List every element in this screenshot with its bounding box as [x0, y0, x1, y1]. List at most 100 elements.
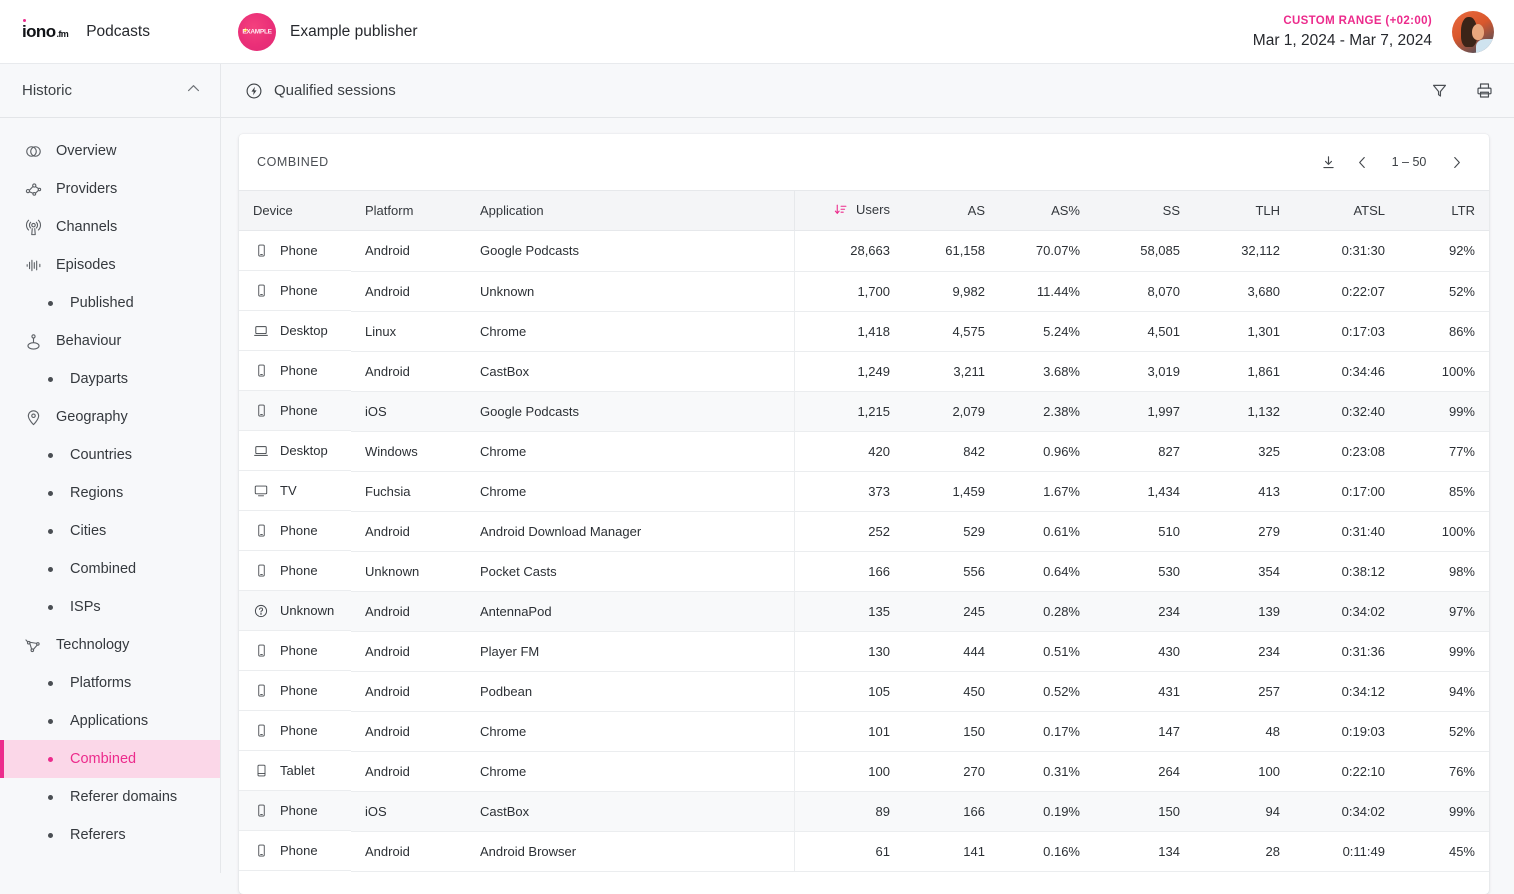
- column-header-ltr[interactable]: LTR: [1399, 190, 1489, 231]
- table-row[interactable]: Phone Android Android Download Manager 252 5…: [239, 511, 1489, 552]
- table-row[interactable]: TV Fuchsia Chrome 373 1,459 1.67% 1,434 413 0:17…: [239, 471, 1489, 512]
- cell-device-label: Tablet: [280, 763, 315, 778]
- sidebar-item-geography[interactable]: Geography: [0, 398, 220, 436]
- logo-dot-icon: [23, 18, 26, 22]
- cell-users: 373: [793, 471, 904, 512]
- column-header-ss[interactable]: SS: [1094, 190, 1194, 231]
- sidebar-item-label: Providers: [56, 181, 118, 197]
- prev-page-button[interactable]: [1345, 145, 1379, 179]
- publisher-selector[interactable]: ✦ EXAMPLE Example publisher: [238, 12, 418, 51]
- sidebar-item-published[interactable]: Published: [0, 284, 220, 322]
- cell-users: 252: [793, 511, 904, 552]
- next-page-button[interactable]: [1439, 145, 1473, 179]
- cell-ltr: 100%: [1399, 511, 1489, 552]
- cell-atsl: 0:22:10: [1294, 751, 1399, 792]
- sidebar-item-applications[interactable]: Applications: [0, 702, 220, 740]
- table-row[interactable]: Phone Android Chrome 101 150 0.17% 147 48 0:19:0…: [239, 711, 1489, 752]
- sidebar-item-channels[interactable]: Channels: [0, 208, 220, 246]
- cell-as: 529: [904, 511, 999, 552]
- cell-ss: 4,501: [1094, 311, 1194, 352]
- sidebar-item-cities[interactable]: Cities: [0, 512, 220, 550]
- cell-device: Phone: [239, 671, 351, 711]
- cell-tlh: 32,112: [1194, 230, 1294, 272]
- brand-area[interactable]: iono.fm Podcasts: [0, 18, 216, 42]
- table-row[interactable]: Phone Android Player FM 130 444 0.51% 430 234 0:…: [239, 631, 1489, 672]
- cell-as-pct: 0.19%: [999, 791, 1094, 832]
- table-row[interactable]: Phone Android Unknown 1,700 9,982 11.44% 8,070…: [239, 271, 1489, 312]
- sidebar-section-header[interactable]: Historic: [0, 64, 220, 118]
- cell-users: 166: [793, 551, 904, 592]
- cell-application: Chrome: [466, 711, 794, 752]
- combined-table: Device Platform Application Users AS AS%…: [239, 190, 1489, 872]
- main-content: Qualified sessions COMBINED 1 – 50 Devic…: [221, 64, 1514, 894]
- column-header-users[interactable]: Users: [793, 190, 904, 231]
- sidebar-item-dayparts[interactable]: Dayparts: [0, 360, 220, 398]
- sidebar-item-technology[interactable]: Technology: [0, 626, 220, 664]
- table-row[interactable]: Phone iOS Google Podcasts 1,215 2,079 2.38% 1,…: [239, 391, 1489, 432]
- column-header-as-pct[interactable]: AS%: [999, 190, 1094, 231]
- table-row[interactable]: Phone Android CastBox 1,249 3,211 3.68% 3,019 1…: [239, 351, 1489, 392]
- table-row[interactable]: Unknown Android AntennaPod 135 245 0.28% 234 13…: [239, 591, 1489, 632]
- sidebar-item-platforms[interactable]: Platforms: [0, 664, 220, 702]
- column-header-application[interactable]: Application: [466, 190, 794, 231]
- cell-platform: Windows: [351, 431, 466, 472]
- sidebar-item-countries[interactable]: Countries: [0, 436, 220, 474]
- column-header-users-label: Users: [856, 202, 890, 217]
- cell-atsl: 0:17:03: [1294, 311, 1399, 352]
- sidebar-item-providers[interactable]: Providers: [0, 170, 220, 208]
- cell-device-label: Phone: [280, 563, 318, 578]
- sidebar-item-referer-domains[interactable]: Referer domains: [0, 778, 220, 816]
- table-row[interactable]: Phone iOS CastBox 89 166 0.19% 150 94 0:34:02 99%: [239, 791, 1489, 832]
- cell-ss: 3,019: [1094, 351, 1194, 392]
- column-header-device[interactable]: Device: [239, 190, 351, 231]
- sidebar-item-label: Countries: [70, 447, 133, 463]
- cell-as-pct: 0.51%: [999, 631, 1094, 672]
- table-row[interactable]: Phone Android Podbean 105 450 0.52% 431 257 0:34…: [239, 671, 1489, 712]
- avatar[interactable]: [1452, 10, 1494, 53]
- date-range-label: CUSTOM RANGE (+02:00): [1283, 14, 1432, 27]
- chevron-up-icon[interactable]: [185, 80, 202, 102]
- sidebar-item-referers[interactable]: Referers: [0, 816, 220, 854]
- cell-as: 450: [904, 671, 999, 712]
- sidebar-item-label: Regions: [70, 485, 124, 501]
- column-header-as[interactable]: AS: [904, 190, 999, 231]
- sidebar-item-isps[interactable]: ISPs: [0, 588, 220, 626]
- bullet-icon: [48, 300, 53, 306]
- cell-ltr: 52%: [1399, 271, 1489, 312]
- table-row[interactable]: Phone Unknown Pocket Casts 166 556 0.64% 530 35…: [239, 551, 1489, 592]
- cell-ltr: 98%: [1399, 551, 1489, 592]
- print-icon[interactable]: [1475, 81, 1494, 100]
- cell-as-pct: 11.44%: [999, 271, 1094, 312]
- column-header-atsl[interactable]: ATSL: [1294, 190, 1399, 231]
- column-header-platform[interactable]: Platform: [351, 190, 466, 231]
- cell-device: TV: [239, 471, 351, 511]
- sidebar-item-combined[interactable]: Combined: [0, 550, 220, 588]
- cell-platform: Android: [351, 271, 466, 312]
- table-row[interactable]: Phone Android Android Browser 61 141 0.16% 134…: [239, 831, 1489, 872]
- cell-platform: Android: [351, 751, 466, 792]
- column-header-tlh[interactable]: TLH: [1194, 190, 1294, 231]
- sidebar-item-combined[interactable]: Combined: [0, 740, 220, 778]
- table-row[interactable]: Phone Android Google Podcasts 28,663 61,158 7…: [239, 230, 1489, 272]
- download-icon[interactable]: [1311, 145, 1345, 179]
- table-row[interactable]: Desktop Windows Chrome 420 842 0.96% 827 325 0:2…: [239, 431, 1489, 472]
- sidebar-item-episodes[interactable]: Episodes: [0, 246, 220, 284]
- cell-application: Player FM: [466, 631, 794, 672]
- table-row[interactable]: Tablet Android Chrome 100 270 0.31% 264 100 0:22…: [239, 751, 1489, 792]
- cell-application: Unknown: [466, 271, 794, 312]
- cell-device: Desktop: [239, 311, 351, 351]
- filter-funnel-icon[interactable]: [1430, 81, 1449, 100]
- desktop-icon: [253, 443, 269, 459]
- sidebar-item-behaviour[interactable]: Behaviour: [0, 322, 220, 360]
- cell-tlh: 234: [1194, 631, 1294, 672]
- cell-device-label: Phone: [280, 643, 318, 658]
- sidebar-item-label: Published: [70, 295, 134, 311]
- cell-as: 245: [904, 591, 999, 632]
- sidebar-item-overview[interactable]: Overview: [0, 132, 220, 170]
- sidebar-item-regions[interactable]: Regions: [0, 474, 220, 512]
- cell-as: 556: [904, 551, 999, 592]
- cell-tlh: 28: [1194, 831, 1294, 872]
- date-range-selector[interactable]: CUSTOM RANGE (+02:00) Mar 1, 2024 - Mar …: [1253, 13, 1432, 51]
- cell-as-pct: 0.61%: [999, 511, 1094, 552]
- table-row[interactable]: Desktop Linux Chrome 1,418 4,575 5.24% 4,501 1,…: [239, 311, 1489, 352]
